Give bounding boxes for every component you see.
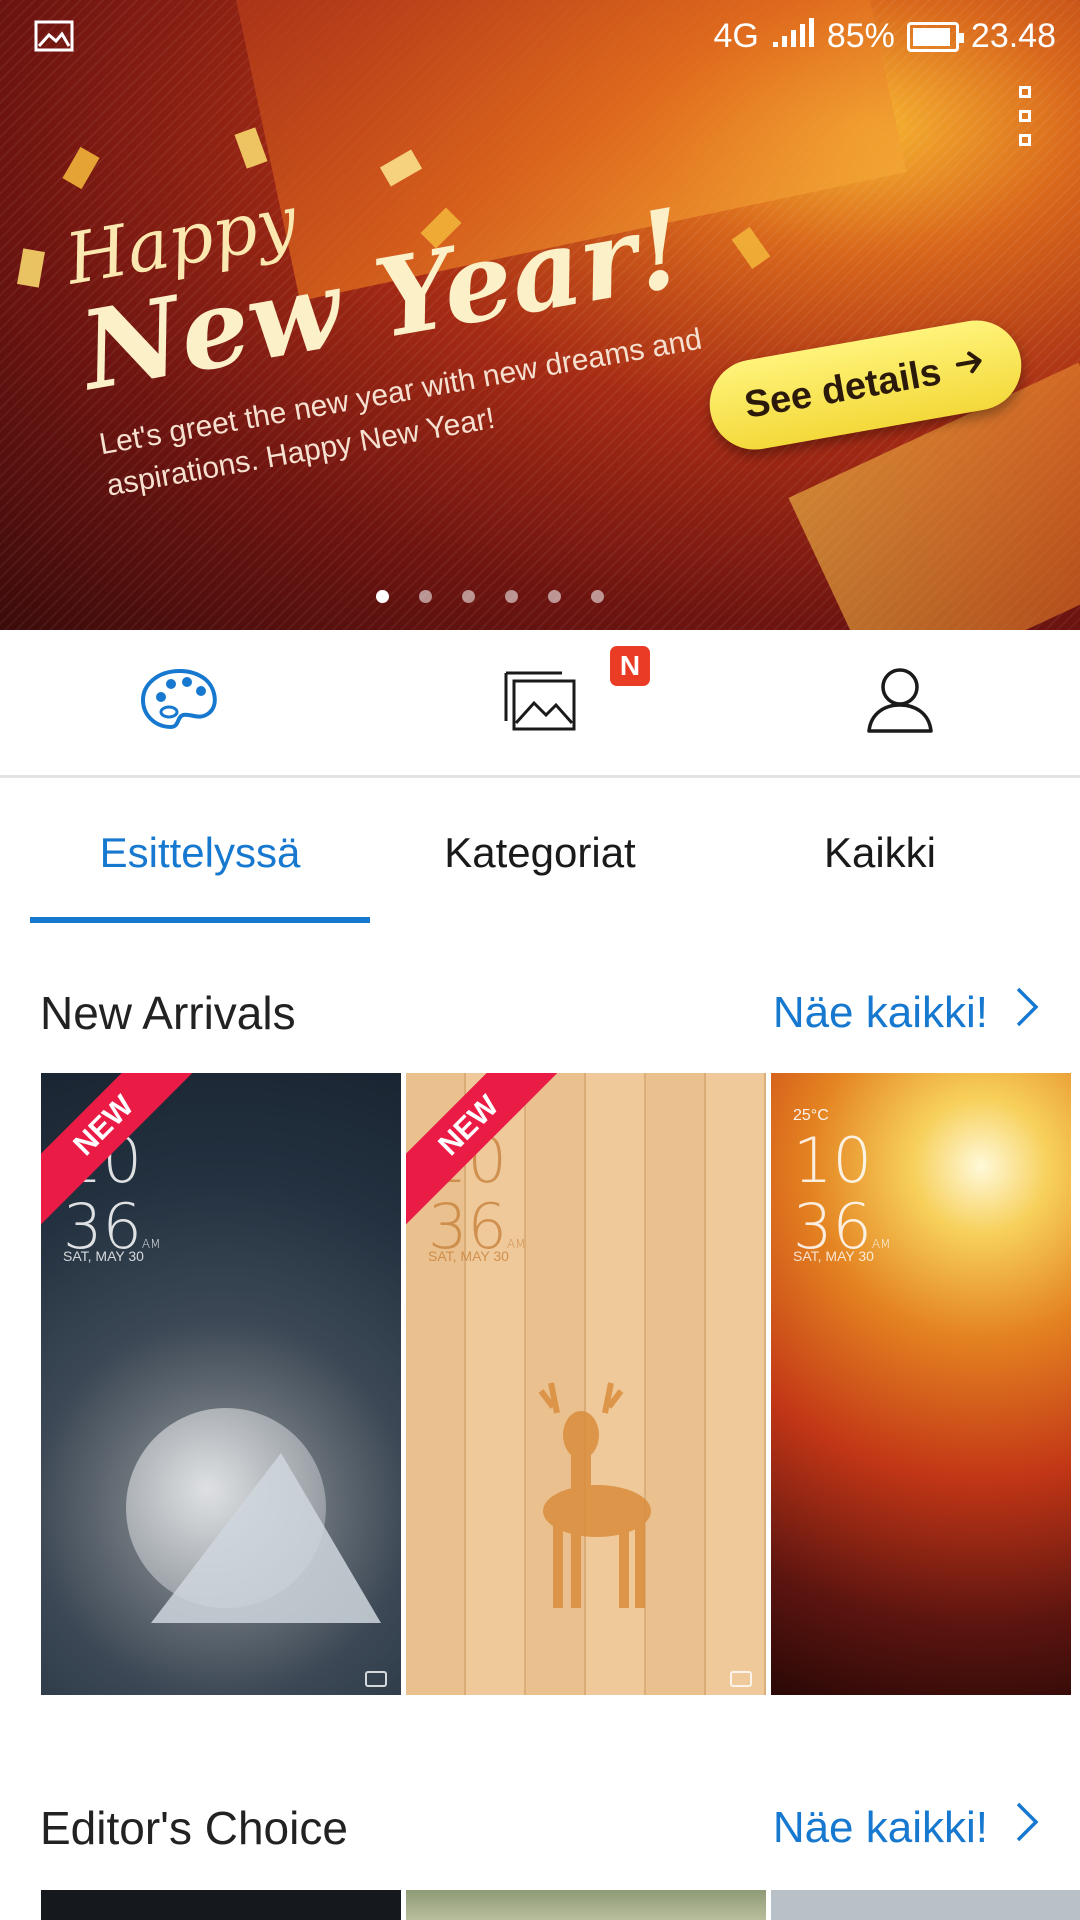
chevron-right-icon bbox=[1014, 985, 1040, 1040]
preview-temperature: 25°C bbox=[793, 1107, 829, 1124]
see-all-link[interactable]: Näe kaikki! bbox=[773, 985, 1040, 1040]
chevron-right-icon bbox=[1014, 1800, 1040, 1855]
see-all-link[interactable]: Näe kaikki! bbox=[773, 1800, 1040, 1855]
theme-thumbnail[interactable]: 25°C 10 36AM SAT, MAY 30 bbox=[771, 1073, 1071, 1695]
preview-date: SAT, MAY 30 bbox=[428, 1248, 509, 1264]
promo-banner[interactable]: Happy New Year! Let's greet the new year… bbox=[0, 0, 1080, 630]
mountain-artwork bbox=[151, 1453, 381, 1623]
pager-dot[interactable] bbox=[548, 590, 561, 603]
tab-featured[interactable]: Esittelyssä bbox=[30, 781, 370, 925]
see-all-label: Näe kaikki! bbox=[772, 1802, 988, 1852]
tab-wallpapers[interactable]: N bbox=[360, 630, 720, 775]
palette-icon bbox=[139, 667, 221, 738]
see-all-label: Näe kaikki! bbox=[772, 987, 988, 1037]
gallery-icon bbox=[500, 665, 580, 740]
pager-dot[interactable] bbox=[591, 590, 604, 603]
pager-dot[interactable] bbox=[462, 590, 475, 603]
deer-artwork bbox=[538, 1382, 651, 1608]
new-arrivals-header: New Arrivals Näe kaikki! bbox=[40, 985, 1040, 1040]
person-icon bbox=[865, 665, 935, 740]
overflow-menu-icon[interactable] bbox=[1010, 86, 1040, 146]
see-details-label: See details bbox=[741, 350, 945, 427]
banner-pager[interactable] bbox=[0, 590, 1080, 603]
gallery-notification-icon bbox=[34, 20, 74, 61]
tab-profile[interactable] bbox=[720, 630, 1080, 775]
theme-store-screen: Happy New Year! Let's greet the new year… bbox=[0, 0, 1080, 1920]
editors-choice-carousel[interactable] bbox=[41, 1890, 1080, 1920]
network-type: 4G bbox=[713, 17, 759, 55]
preview-date: SAT, MAY 30 bbox=[63, 1248, 144, 1264]
theme-thumbnail[interactable] bbox=[406, 1890, 766, 1920]
new-arrivals-carousel[interactable]: 1036AM SAT, MAY 30 NEW 1036AM SAT, MAY bbox=[41, 1073, 1071, 1695]
main-icon-tabs: N bbox=[0, 630, 1080, 778]
status-bar: 4G 85% 23.48 bbox=[0, 0, 1080, 72]
theme-thumbnail[interactable] bbox=[771, 1890, 1080, 1920]
camera-icon bbox=[365, 1671, 387, 1687]
tab-themes[interactable] bbox=[0, 630, 360, 775]
new-badge: N bbox=[610, 646, 650, 686]
status-indicators: 4G 85% 23.48 bbox=[713, 16, 1056, 57]
camera-icon bbox=[730, 1671, 752, 1687]
theme-thumbnail[interactable]: 1036AM SAT, MAY 30 NEW bbox=[406, 1073, 766, 1695]
signal-icon bbox=[771, 16, 815, 57]
editors-choice-header: Editor's Choice Näe kaikki! bbox=[40, 1800, 1040, 1855]
tab-categories[interactable]: Kategoriat bbox=[370, 781, 710, 925]
battery-percent: 85% bbox=[826, 17, 895, 55]
content-tabs: Esittelyssä Kategoriat Kaikki bbox=[30, 781, 1050, 925]
theme-thumbnail[interactable] bbox=[41, 1890, 401, 1920]
arrow-right-icon bbox=[951, 343, 990, 391]
theme-thumbnail[interactable]: 1036AM SAT, MAY 30 NEW bbox=[41, 1073, 401, 1695]
preview-date: SAT, MAY 30 bbox=[793, 1248, 874, 1264]
battery-icon bbox=[906, 21, 964, 52]
pager-dot[interactable] bbox=[505, 590, 518, 603]
section-title: New Arrivals bbox=[40, 986, 296, 1039]
pager-dot[interactable] bbox=[376, 590, 389, 603]
pager-dot[interactable] bbox=[419, 590, 432, 603]
tab-all[interactable]: Kaikki bbox=[710, 781, 1050, 925]
section-title: Editor's Choice bbox=[40, 1801, 348, 1854]
clock: 23.48 bbox=[970, 17, 1056, 55]
